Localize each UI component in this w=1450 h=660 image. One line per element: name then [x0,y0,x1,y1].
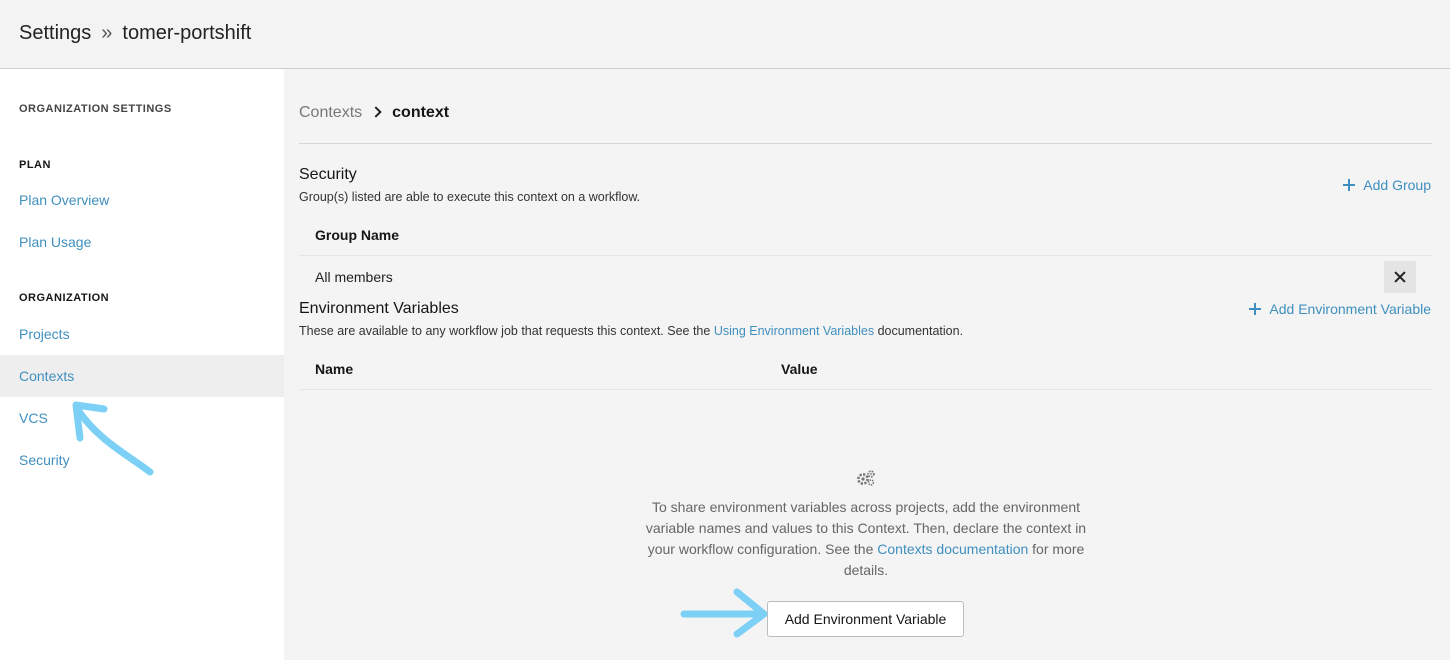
plus-icon [1343,179,1356,191]
sidebar-item-projects[interactable]: Projects [0,313,284,355]
settings-title: Settings » tomer-portshift [19,22,251,45]
sidebar-item-security[interactable]: Security [0,439,284,481]
org-settings-heading: ORGANIZATION SETTINGS [19,103,172,115]
plus-icon [1249,303,1262,315]
org-name: tomer-portshift [122,22,252,44]
env-desc-tail: documentation. [874,324,964,338]
sidebar-item-vcs[interactable]: VCS [0,397,284,439]
group-name-cell: All members [315,269,393,285]
env-vars-description: These are available to any workflow job … [299,324,963,338]
title-separator: » [101,22,113,44]
add-group-button[interactable]: Add Group [1343,177,1431,193]
plan-heading: PLAN [19,159,51,171]
breadcrumb: Contexts context [299,104,449,122]
name-column-header: Name [315,361,354,377]
sidebar-item-plan-overview[interactable]: Plan Overview [0,179,284,221]
security-table-header: Group Name [299,215,1432,256]
table-row: All members [299,257,1432,298]
sidebar: ORGANIZATION SETTINGS PLAN Plan Overview… [0,69,284,660]
env-desc-text: These are available to any workflow job … [299,324,714,338]
add-group-label: Add Group [1363,177,1431,193]
add-env-var-button[interactable]: Add Environment Variable [767,601,964,637]
empty-state-text: To share environment variables across pr… [636,497,1096,581]
settings-label: Settings [19,22,92,44]
sidebar-item-plan-usage[interactable]: Plan Usage [0,221,284,263]
sidebar-item-contexts[interactable]: Contexts [0,355,284,397]
add-env-var-link[interactable]: Add Environment Variable [1249,301,1431,317]
breadcrumb-current: context [392,104,450,121]
env-vars-title: Environment Variables [299,300,459,317]
divider [299,143,1432,144]
using-env-vars-link[interactable]: Using Environment Variables [714,324,874,338]
organization-heading: ORGANIZATION [19,292,110,304]
top-bar: Settings » tomer-portshift [0,0,1450,69]
remove-group-button[interactable] [1384,261,1416,293]
chevron-right-icon [370,106,382,118]
contexts-documentation-link[interactable]: Contexts documentation [877,541,1028,557]
value-column-header: Value [781,361,818,377]
group-name-header: Group Name [315,227,400,243]
security-title: Security [299,166,357,183]
breadcrumb-contexts-link[interactable]: Contexts [299,104,362,121]
env-table-header: Name Value [299,349,1432,390]
gears-icon [857,470,875,486]
add-env-var-label: Add Environment Variable [1269,301,1431,317]
main-content: Contexts context Security Group(s) listed… [284,69,1450,660]
security-description: Group(s) listed are able to execute this… [299,190,641,204]
